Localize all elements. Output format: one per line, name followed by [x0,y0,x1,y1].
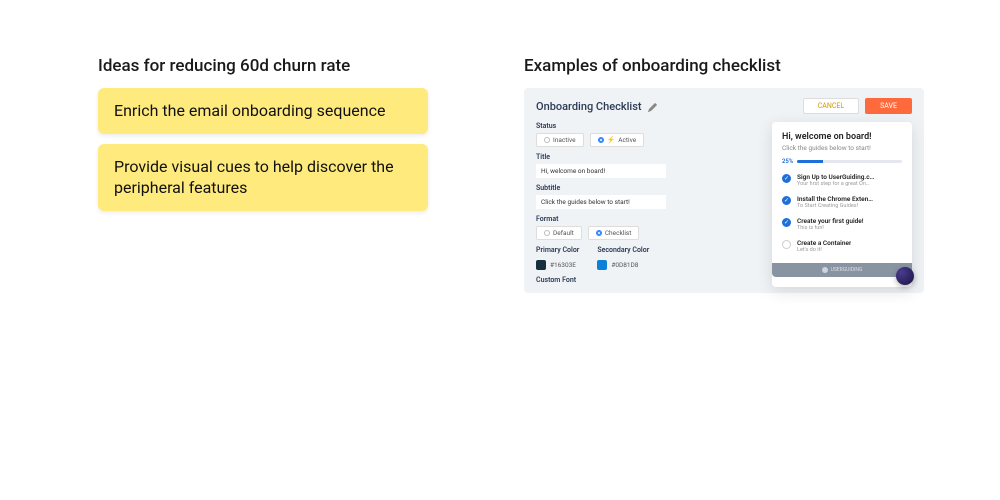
checklist-item[interactable]: ✓ Sign Up to UserGuiding.c… Your first s… [782,169,902,191]
ideas-heading: Ideas for reducing 60d churn rate [98,56,428,76]
status-inactive-label: Inactive [553,136,576,144]
checklist-item[interactable]: Create a Container Let's do it! [782,235,902,257]
preview-title: Hi, welcome on board! [782,132,902,142]
primary-color-label: Primary Color [536,246,579,254]
ideas-column: Ideas for reducing 60d churn rate Enrich… [98,56,428,221]
radio-icon [598,137,604,143]
radio-icon [544,137,550,143]
status-label: Status [536,122,686,130]
subtitle-input[interactable]: Click the guides below to start! [536,195,666,209]
format-default-option[interactable]: Default [536,226,582,240]
format-checklist-option[interactable]: Checklist [588,226,640,240]
preview-footer-text: USERGUIDING [831,267,863,273]
checklist-item-desc: This is fun! [797,225,864,231]
examples-heading: Examples of onboarding checklist [524,56,924,76]
checklist-preview: Hi, welcome on board! Click the guides b… [772,122,912,287]
cancel-button[interactable]: CANCEL [803,98,859,114]
preview-subtitle: Click the guides below to start! [782,144,902,152]
secondary-color-picker[interactable]: #0D81D8 [597,260,649,270]
checklist-item-title: Sign Up to UserGuiding.c… [797,173,874,181]
checklist-item-title: Create a Container [797,239,851,247]
status-active-option[interactable]: ⚡ Active [590,133,645,147]
format-label: Format [536,215,686,223]
title-label: Title [536,153,686,161]
checklist-item[interactable]: ✓ Install the Chrome Exten… To Start Cre… [782,191,902,213]
app-button-row: CANCEL SAVE [803,98,912,114]
checklist-item[interactable]: ✓ Create your first guide! This is fun! [782,213,902,235]
checklist-item-desc: Let's do it! [797,247,851,253]
check-icon: ✓ [782,196,791,205]
primary-color-hex: #16303E [550,261,576,269]
checklist-item-desc: Your first step for a great On… [797,181,874,187]
secondary-color-label: Secondary Color [597,246,649,254]
format-default-label: Default [553,229,574,237]
brand-dot-icon [822,267,828,273]
check-icon: ✓ [782,174,791,183]
status-inactive-option[interactable]: Inactive [536,133,584,147]
sticky-note[interactable]: Provide visual cues to help discover the… [98,144,428,211]
progress-percent: 25% [782,158,793,165]
progress-bar [797,160,902,163]
checklist-item-desc: To Start Creating Guides! [797,203,873,209]
sticky-note[interactable]: Enrich the email onboarding sequence [98,88,428,134]
app-title: Onboarding Checklist [536,100,642,113]
app-title-row: Onboarding Checklist [536,100,657,113]
progress-fill [797,160,823,163]
checklist-item-title: Install the Chrome Exten… [797,195,873,203]
pencil-icon[interactable] [648,102,657,111]
primary-color-picker[interactable]: #16303E [536,260,579,270]
secondary-color-hex: #0D81D8 [611,261,638,269]
user-avatar[interactable] [896,267,914,285]
onboarding-editor-thumbnail[interactable]: Onboarding Checklist CANCEL SAVE Status … [524,88,924,293]
save-button[interactable]: SAVE [865,98,912,114]
format-checklist-label: Checklist [605,229,632,237]
editor-form: Status Inactive ⚡ Active Title Hi, welco… [536,122,686,287]
subtitle-label: Subtitle [536,184,686,192]
title-input[interactable]: Hi, welcome on board! [536,164,666,178]
preview-footer: USERGUIDING [772,263,912,277]
examples-column: Examples of onboarding checklist Onboard… [524,56,924,293]
progress-row: 25% [782,158,902,165]
radio-icon [596,230,602,236]
radio-icon [544,230,550,236]
custom-font-label: Custom Font [536,276,686,284]
check-icon: ✓ [782,218,791,227]
status-active-label: Active [618,136,636,144]
checklist-item-title: Create your first guide! [797,217,864,225]
color-swatch-icon [536,260,546,270]
color-swatch-icon [597,260,607,270]
bolt-icon: ⚡ [607,136,616,144]
check-icon [782,240,791,249]
app-header: Onboarding Checklist CANCEL SAVE [536,98,912,114]
